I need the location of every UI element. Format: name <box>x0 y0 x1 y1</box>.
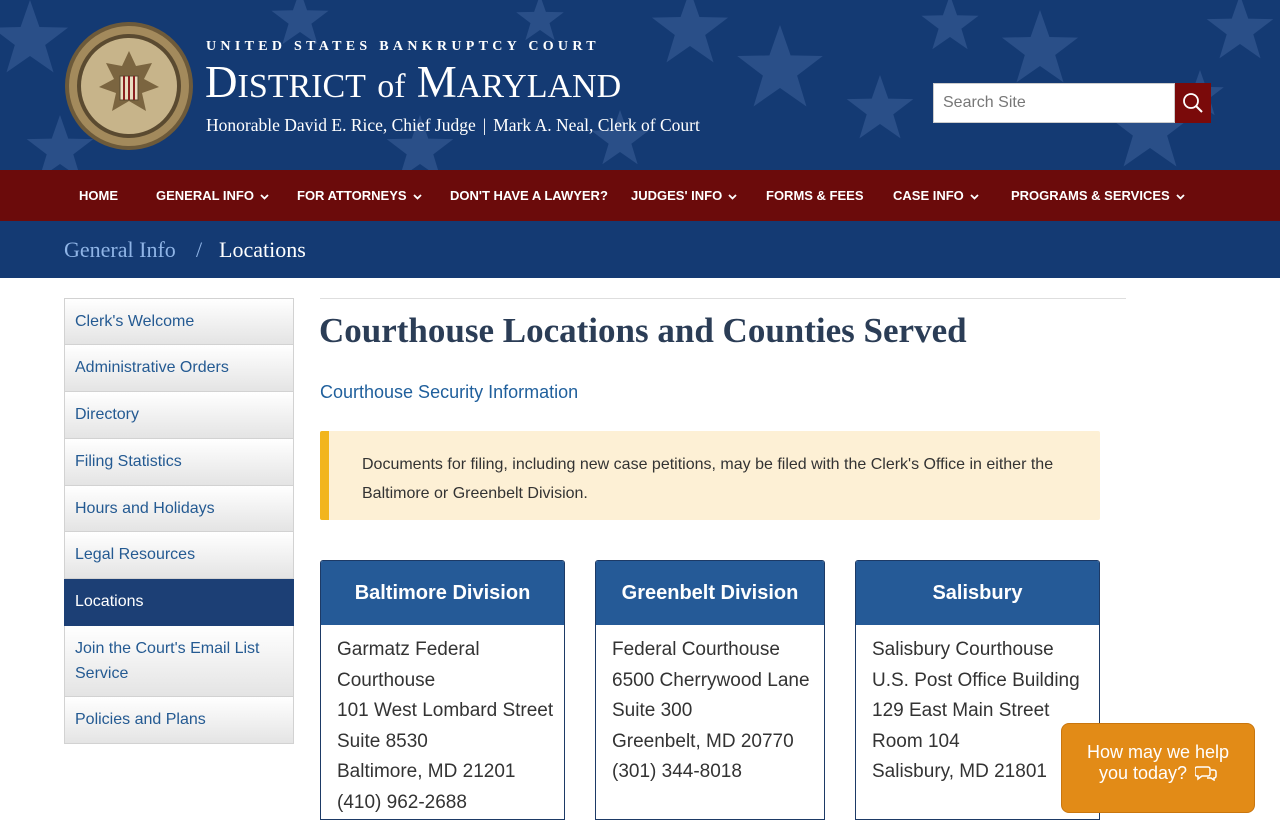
nav-for-attorneys[interactable]: FOR ATTORNEYS <box>297 170 422 221</box>
chat-line-2: you today? <box>1098 763 1188 783</box>
chat-bubbles-icon <box>1194 766 1217 782</box>
address-line: Garmatz Federal <box>337 639 480 660</box>
chevron-down-icon <box>260 193 269 200</box>
nav-forms-fees[interactable]: FORMS & FEES <box>766 170 864 221</box>
chevron-down-icon <box>1176 193 1185 200</box>
nav-dont-have-lawyer[interactable]: DON'T HAVE A LAWYER? <box>450 170 608 221</box>
page-title: Courthouse Locations and Counties Served <box>319 311 967 350</box>
nav-general-info[interactable]: GENERAL INFO <box>156 170 269 221</box>
courthouse-security-link[interactable]: Courthouse Security Information <box>320 382 578 403</box>
title-divider <box>320 298 1126 299</box>
maryland-rest: ARYLAND <box>456 68 622 105</box>
maryland-first-letter: M <box>416 57 457 107</box>
sidebar-item-email-list[interactable]: Join the Court's Email List Service <box>64 626 294 697</box>
breadcrumb-current: Locations <box>219 237 306 262</box>
sidebar-item-hours-holidays[interactable]: Hours and Holidays <box>64 486 294 532</box>
card-address: Federal Courthouse 6500 Cherrywood Lane … <box>596 625 824 788</box>
search-icon <box>1183 93 1203 113</box>
nav-programs-services-label: PROGRAMS & SERVICES <box>1011 188 1170 203</box>
address-line: 129 East Main Street <box>872 700 1050 721</box>
sidebar-item-locations[interactable]: Locations <box>64 579 294 626</box>
address-line: Baltimore, MD 21201 <box>337 761 516 782</box>
sidebar-item-directory[interactable]: Directory <box>64 392 294 439</box>
nav-general-info-label: GENERAL INFO <box>156 188 254 203</box>
court-name: UNITED STATES BANKRUPTCY COURT <box>206 39 600 54</box>
court-seal-icon <box>65 22 193 150</box>
chevron-down-icon <box>970 193 979 200</box>
address-line: Greenbelt, MD 20770 <box>612 730 794 752</box>
sidebar-nav: Clerk's Welcome Administrative Orders Di… <box>64 298 294 744</box>
card-title: Salisbury <box>856 561 1099 625</box>
chat-line-2-wrap: you today? <box>1062 763 1254 784</box>
clerk-of-court: Mark A. Neal, Clerk of Court <box>493 115 700 135</box>
chat-line-1: How may we help <box>1086 742 1230 762</box>
nav-judges-info[interactable]: JUDGES' INFO <box>631 170 737 221</box>
nav-judges-info-label: JUDGES' INFO <box>631 188 723 203</box>
card-address: Garmatz Federal Courthouse 101 West Lomb… <box>321 625 564 818</box>
phone-line: (301) 344-8018 <box>612 761 742 782</box>
sidebar-item-policies-plans[interactable]: Policies and Plans <box>64 697 294 744</box>
nav-home[interactable]: HOME <box>79 170 118 221</box>
nav-programs-services[interactable]: PROGRAMS & SERVICES <box>1011 170 1185 221</box>
card-title: Greenbelt Division <box>596 561 824 625</box>
breadcrumb-general-info[interactable]: General Info <box>64 237 176 263</box>
filing-alert: Documents for filing, including new case… <box>320 431 1100 520</box>
address-line: Salisbury Courthouse <box>872 639 1054 660</box>
judges-line: Honorable David E. Rice, Chief Judge | Mar… <box>206 115 700 136</box>
search-input[interactable] <box>933 83 1175 123</box>
sidebar-item-clerks-welcome[interactable]: Clerk's Welcome <box>64 298 294 345</box>
address-line: Suite 8530 <box>337 730 428 752</box>
search-button[interactable] <box>1175 83 1211 123</box>
breadcrumb-separator: / <box>196 237 203 262</box>
district-rest: ISTRICT <box>237 68 366 105</box>
nav-case-info-label: CASE INFO <box>893 188 964 203</box>
card-title: Baltimore Division <box>321 561 564 625</box>
address-line: Suite 300 <box>612 700 693 721</box>
sidebar-item-administrative-orders[interactable]: Administrative Orders <box>64 345 294 392</box>
address-line: Room 104 <box>872 730 960 752</box>
nav-home-label: HOME <box>79 188 118 203</box>
address-line: 6500 Cherrywood Lane <box>612 669 810 691</box>
district-first-letter: D <box>205 57 238 107</box>
chief-judge: Honorable David E. Rice, Chief Judge <box>206 115 476 135</box>
phone-line: (410) 962-2688 <box>337 791 467 813</box>
address-line: U.S. Post Office Building <box>872 669 1080 691</box>
card-baltimore: Baltimore Division Garmatz Federal Court… <box>320 560 565 820</box>
district-title: DISTRICT of MARYLAND <box>205 56 621 113</box>
judges-separator: | <box>482 115 487 135</box>
nav-forms-fees-label: FORMS & FEES <box>766 188 864 203</box>
address-line: 101 West Lombard Street <box>337 700 554 721</box>
site-header: UNITED STATES BANKRUPTCY COURT DISTRICT … <box>0 0 1280 170</box>
address-line: Federal Courthouse <box>612 639 780 660</box>
nav-for-attorneys-label: FOR ATTORNEYS <box>297 188 407 203</box>
address-line: Courthouse <box>337 669 436 691</box>
sidebar-item-filing-statistics[interactable]: Filing Statistics <box>64 439 294 486</box>
sidebar-item-legal-resources[interactable]: Legal Resources <box>64 532 294 579</box>
district-of: of <box>377 68 406 105</box>
main-nav: HOME GENERAL INFO FOR ATTORNEYS DON'T HA… <box>0 170 1280 221</box>
nav-dont-have-lawyer-label: DON'T HAVE A LAWYER? <box>450 188 608 203</box>
nav-case-info[interactable]: CASE INFO <box>893 170 979 221</box>
address-line: Salisbury, MD 21801 <box>872 761 1047 782</box>
card-greenbelt: Greenbelt Division Federal Courthouse 65… <box>595 560 825 820</box>
breadcrumb <box>0 221 1280 278</box>
chevron-down-icon <box>728 193 737 200</box>
chevron-down-icon <box>412 193 422 200</box>
